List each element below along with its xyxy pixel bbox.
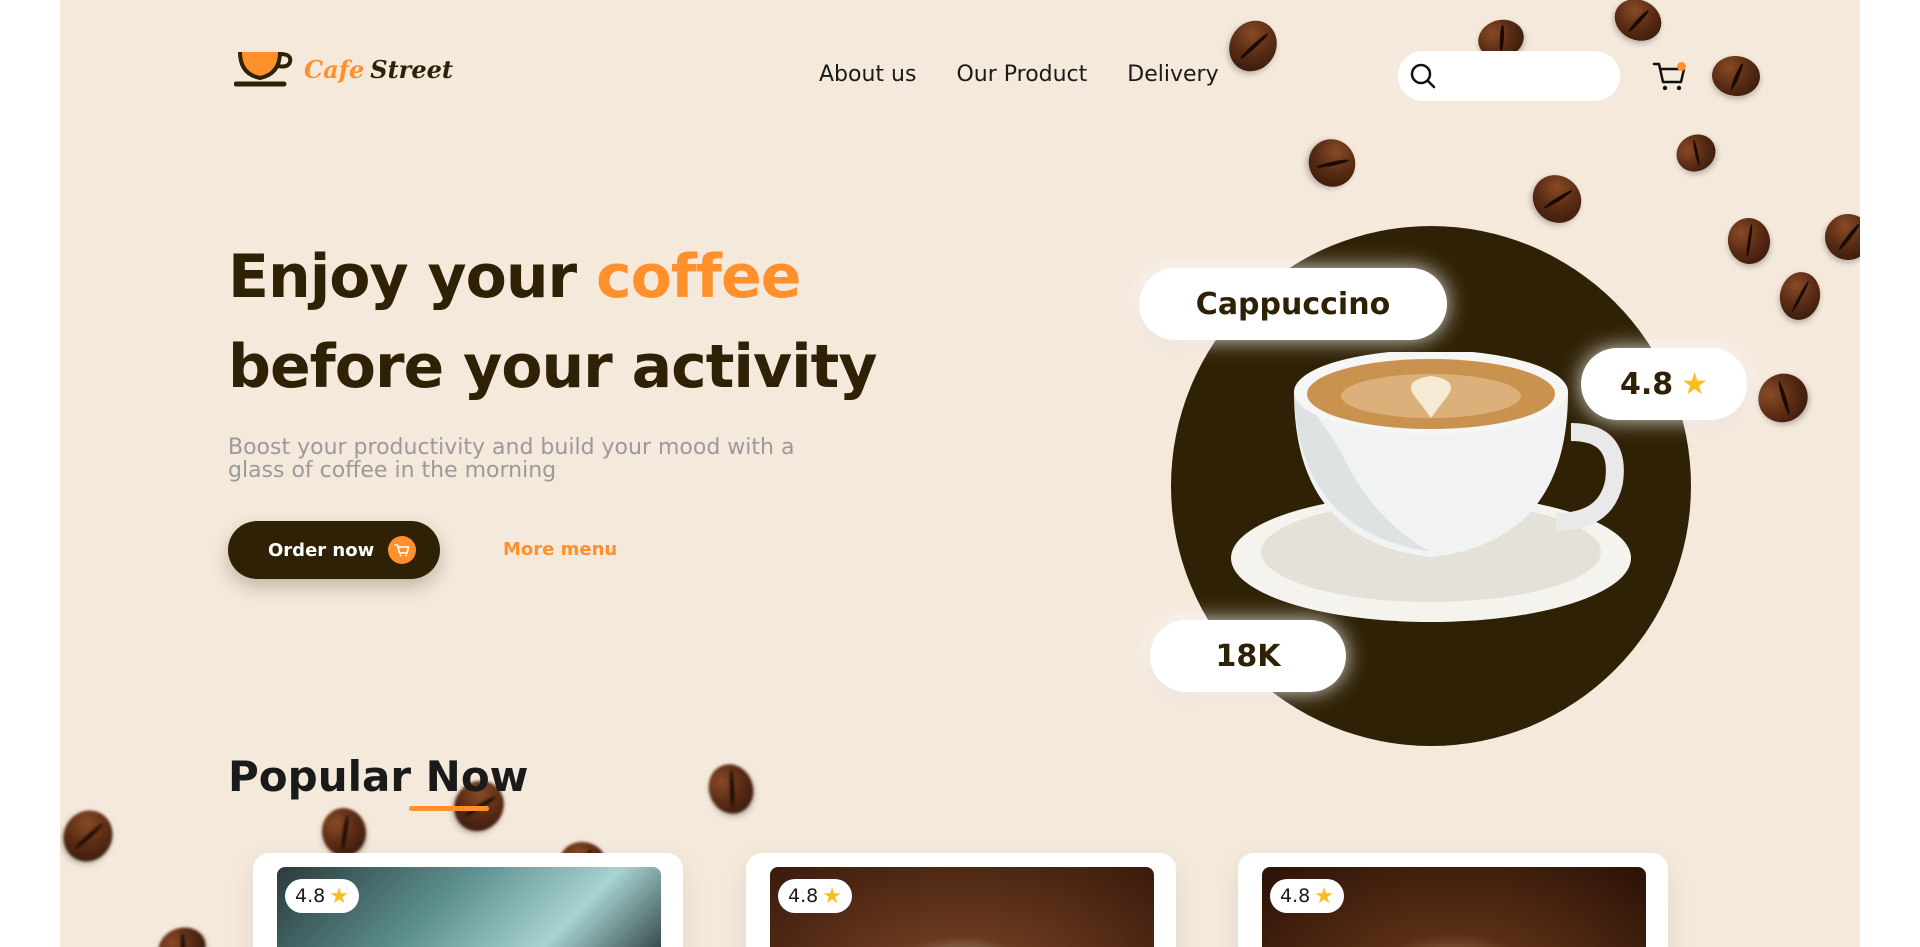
nav-item-delivery[interactable]: Delivery [1127, 62, 1218, 87]
coffee-bean-decoration [1776, 268, 1824, 324]
rating-badge: 4.8 ★ [778, 879, 852, 913]
star-icon: ★ [329, 883, 349, 909]
cart-button[interactable] [1652, 58, 1688, 94]
nav-item-our-product[interactable]: Our Product [956, 62, 1087, 87]
cart-icon [388, 536, 417, 564]
hero-subtitle: Boost your productivity and build your m… [228, 435, 795, 483]
landing-page: Cafe Street About us Our Product Deliver… [60, 0, 1860, 947]
hero-title: Enjoy your coffee before your activity [228, 232, 877, 412]
coffee-bean-decoration [1607, 0, 1669, 49]
coffee-cup-icon [233, 48, 298, 90]
brand-name-part1: Cafe [304, 54, 365, 84]
rating-badge: 4.8 ★ [285, 879, 359, 913]
popular-now-heading: Popular Now [228, 752, 529, 801]
product-image: 4.8 ★ [1262, 867, 1646, 947]
coffee-bean-decoration [318, 804, 370, 860]
coffee-bean-decoration [1748, 364, 1818, 432]
coffee-bean-decoration [1523, 165, 1591, 233]
order-now-button[interactable]: Order now [228, 521, 440, 579]
star-icon: ★ [822, 883, 842, 909]
rating-value: 4.8 [295, 885, 326, 907]
nav-item-about-us[interactable]: About us [819, 62, 916, 87]
hero-title-line2: before your activity [228, 332, 877, 402]
product-image: 4.8 ★ [770, 867, 1154, 947]
search-box[interactable] [1398, 51, 1620, 101]
featured-count-pill: 18K [1150, 620, 1346, 692]
brand-logo[interactable]: Cafe Street [233, 48, 453, 90]
product-card[interactable]: 4.8 ★ [746, 853, 1176, 947]
hero-title-accent: coffee [596, 242, 801, 312]
coffee-bean-decoration [152, 920, 212, 947]
star-icon: ★ [1681, 366, 1709, 402]
product-card[interactable]: 4.8 ★ [1238, 853, 1668, 947]
hero-title-prefix: Enjoy your [228, 242, 597, 312]
featured-rating-pill: 4.8 ★ [1581, 348, 1747, 420]
main-nav: About us Our Product Delivery [819, 62, 1219, 87]
coffee-bean-decoration [1818, 207, 1860, 267]
coffee-bean-decoration [1220, 11, 1286, 81]
rating-badge: 4.8 ★ [1270, 879, 1344, 913]
search-icon[interactable] [1410, 63, 1436, 89]
heading-underline [409, 806, 489, 811]
more-menu-link[interactable]: More menu [503, 539, 617, 560]
cart-notification-dot [1677, 62, 1686, 71]
coffee-bean-decoration [60, 801, 122, 871]
coffee-bean-decoration [701, 757, 761, 821]
star-icon: ★ [1314, 883, 1334, 909]
coffee-bean-decoration [1669, 127, 1723, 179]
featured-name-pill: Cappuccino [1139, 268, 1447, 340]
rating-value: 4.8 [1280, 885, 1311, 907]
product-card[interactable]: 4.8 ★ [253, 853, 683, 947]
search-input[interactable] [1448, 65, 1612, 87]
featured-rating-value: 4.8 [1619, 366, 1674, 402]
coffee-bean-decoration [1724, 214, 1774, 268]
brand-name-part2: Street [370, 54, 453, 84]
rating-value: 4.8 [788, 885, 819, 907]
product-image: 4.8 ★ [277, 867, 661, 947]
coffee-bean-decoration [1710, 53, 1762, 99]
order-now-label: Order now [268, 539, 375, 561]
coffee-bean-decoration [1300, 130, 1364, 196]
cart-icon [1652, 62, 1688, 98]
